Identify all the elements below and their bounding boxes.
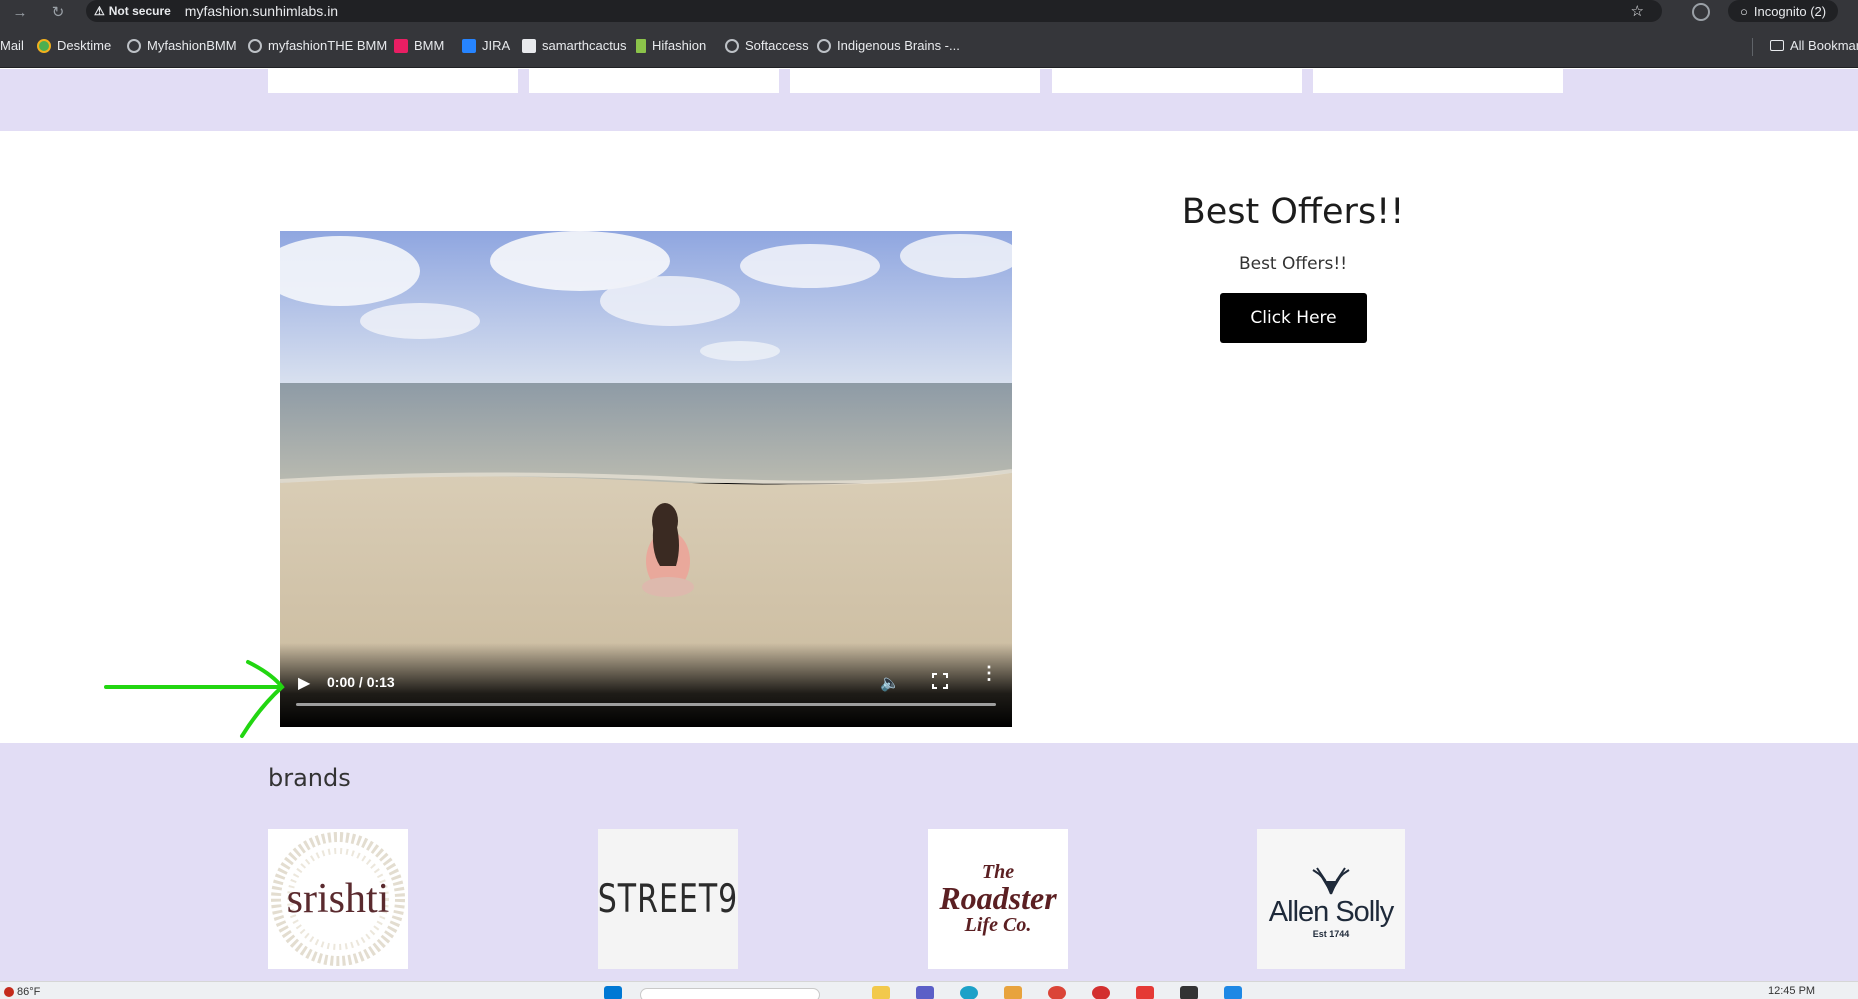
srishti-wordmark: srishti — [286, 876, 390, 922]
samarthcactus-icon — [522, 38, 536, 53]
volume-icon[interactable]: 🔈 — [880, 673, 900, 693]
brand-card-roadster[interactable]: The Roadster Life Co. — [928, 829, 1068, 969]
incognito-label: Incognito (2) — [1753, 3, 1827, 19]
bmm-icon — [394, 38, 408, 53]
calendar-icon[interactable] — [1224, 986, 1242, 999]
warning-icon: ⚠ — [94, 4, 105, 18]
product-card[interactable] — [790, 69, 1040, 93]
bookmark-softaccess[interactable]: Softaccess — [725, 38, 809, 53]
offers-subtitle: Best Offers!! — [1238, 254, 1348, 274]
folder-icon[interactable] — [1004, 986, 1022, 999]
annotation-arrow — [104, 660, 285, 738]
product-card[interactable] — [1313, 69, 1563, 93]
click-here-button[interactable]: Click Here — [1220, 293, 1367, 343]
bookmark-label: myfashionTHE BMM — [268, 38, 388, 53]
video-progress-bar[interactable] — [296, 703, 996, 706]
roadster-wordmark-line3: Life Co. — [964, 914, 1032, 936]
url-text[interactable]: myfashion.sunhimlabs.in — [185, 3, 338, 19]
extension-icon[interactable] — [1692, 3, 1710, 21]
bookmark-indigenous-brains[interactable]: Indigenous Brains -... — [817, 38, 960, 53]
brand-card-srishti[interactable]: srishti — [268, 829, 408, 969]
hifashion-icon — [636, 38, 646, 53]
play-icon[interactable]: ▶ — [298, 673, 310, 693]
brand-card-allen-solly[interactable]: Allen Solly Est 1744 — [1257, 829, 1405, 969]
start-icon[interactable] — [604, 986, 622, 999]
bookmark-label: Desktime — [57, 38, 112, 53]
weather-widget[interactable]: 86°F — [4, 986, 40, 998]
roadster-wordmark-line2: Roadster — [939, 880, 1057, 916]
bookmark-jira[interactable]: JIRA — [462, 38, 510, 53]
bookmark-myfashionthebmm[interactable]: myfashionTHE BMM — [248, 38, 387, 53]
files-icon[interactable] — [872, 986, 890, 999]
video-controls: ▶ 0:00 / 0:13 🔈 ⋮ — [280, 643, 1012, 727]
desktime-icon — [37, 38, 51, 53]
brands-heading: brands — [268, 764, 351, 792]
product-card[interactable] — [1052, 69, 1302, 93]
bookmark-label: JIRA — [482, 38, 511, 53]
globe-icon — [127, 38, 141, 53]
taskbar-search[interactable] — [640, 988, 820, 999]
bookmark-bmm[interactable]: BMM — [394, 38, 444, 53]
allen-solly-tagline: Est 1744 — [1312, 928, 1350, 939]
opera-icon[interactable] — [1092, 986, 1110, 999]
globe-icon — [817, 38, 831, 53]
weather-alert-icon — [4, 987, 14, 997]
product-card[interactable] — [529, 69, 779, 93]
stag-icon — [1312, 866, 1350, 894]
globe-icon — [725, 38, 739, 53]
security-indicator[interactable]: ⚠ Not secure — [94, 4, 171, 18]
page: → ↻ ⚠ Not secure myfashion.sunhimlabs.in… — [0, 0, 1858, 999]
bookmark-label: samarthcactus — [542, 38, 627, 53]
chrome-icon[interactable] — [1048, 986, 1066, 999]
bookmark-label: Indigenous Brains -... — [837, 38, 960, 53]
bookmark-mail[interactable]: Mail — [0, 38, 24, 53]
bookmark-label: Mail — [0, 38, 24, 53]
bookmark-samarthcactus[interactable]: samarthcactus — [522, 38, 627, 53]
fullscreen-icon[interactable] — [930, 671, 950, 691]
os-taskbar: 86°F 12:45 PM — [0, 981, 1858, 999]
offers-heading: Best Offers!! — [1181, 192, 1405, 232]
bookmark-label: Hifashion — [652, 38, 707, 53]
incognito-icon: ○ — [1740, 3, 1748, 19]
bookmarks-bar: Mail Desktime MyfashionBMM myfashionTHE … — [0, 24, 1858, 68]
all-bookmarks[interactable]: All Bookmar — [1770, 38, 1858, 53]
brand-card-street9[interactable]: STREET9 — [598, 829, 738, 969]
forward-icon[interactable]: → — [8, 0, 32, 24]
bookmark-desktime[interactable]: Desktime — [37, 38, 111, 53]
jira-icon — [462, 38, 476, 53]
incognito-indicator[interactable]: ○ Incognito (2) — [1728, 0, 1839, 22]
all-bookmarks-label: All Bookmar — [1790, 38, 1858, 53]
bookmarks-divider — [1752, 38, 1753, 56]
reload-icon[interactable]: ↻ — [46, 0, 70, 24]
allen-solly-wordmark: Allen Solly — [1268, 895, 1394, 928]
globe-icon — [248, 38, 262, 53]
bookmark-label: BMM — [414, 38, 445, 53]
temperature-text: 86°F — [17, 986, 41, 998]
bookmark-label: MyfashionBMM — [147, 38, 237, 53]
street9-wordmark: STREET9 — [598, 876, 738, 922]
bookmark-hifashion[interactable]: Hifashion — [636, 38, 706, 53]
teams-icon[interactable] — [916, 986, 934, 999]
product-card[interactable] — [268, 69, 518, 93]
bookmark-star-icon[interactable]: ☆ — [1631, 2, 1644, 20]
video-time: 0:00 / 0:13 — [327, 674, 395, 690]
browser-toolbar: → ↻ ⚠ Not secure myfashion.sunhimlabs.in… — [0, 0, 1858, 24]
folder-icon — [1770, 40, 1784, 51]
address-bar[interactable]: ⚠ Not secure myfashion.sunhimlabs.in ☆ — [86, 0, 1662, 22]
bookmark-myfashionbmm[interactable]: MyfashionBMM — [127, 38, 237, 53]
more-options-icon[interactable]: ⋮ — [980, 664, 998, 682]
roadster-wordmark-line1: The — [981, 861, 1015, 883]
terminal-icon[interactable] — [1180, 986, 1198, 999]
app-icon[interactable] — [1136, 986, 1154, 999]
edge-icon[interactable] — [960, 986, 978, 999]
bookmark-label: Softaccess — [745, 38, 809, 53]
security-label: Not secure — [108, 4, 171, 18]
clock[interactable]: 12:45 PM — [1768, 985, 1815, 997]
video-player[interactable]: ▶ 0:00 / 0:13 🔈 ⋮ — [280, 231, 1012, 727]
